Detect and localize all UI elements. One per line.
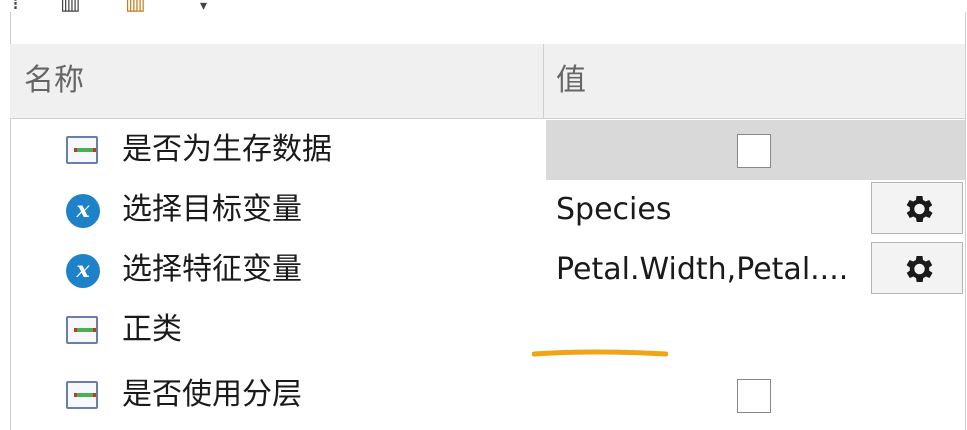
property-value: Species	[556, 192, 672, 227]
property-label: 是否为生存数据	[122, 132, 332, 167]
gear-icon	[906, 255, 933, 283]
gear-icon	[906, 195, 933, 223]
property-label: 是否使用分层	[122, 377, 302, 412]
property-icon	[66, 136, 98, 164]
property-value: Petal.Width,Petal....	[556, 252, 849, 287]
property-icon	[66, 381, 98, 409]
use-stratification-checkbox[interactable]	[737, 379, 771, 413]
name-column-header[interactable]: 名称	[24, 44, 84, 118]
property-label: 选择特征变量	[122, 252, 302, 287]
column-divider[interactable]	[543, 44, 544, 118]
toolbar: ⁞ ▥ ▥ ▾	[0, 0, 967, 15]
variable-icon: x	[66, 254, 100, 288]
select-target-button[interactable]	[871, 182, 963, 234]
variable-icon: x	[66, 194, 100, 228]
survival-data-checkbox[interactable]	[737, 134, 771, 168]
property-label: 正类	[122, 312, 182, 347]
property-row[interactable]: 正类	[10, 300, 965, 360]
property-row[interactable]: 是否使用分层	[10, 365, 965, 425]
property-row[interactable]: 是否为生存数据	[10, 120, 965, 180]
property-row[interactable]: x 选择目标变量 Species	[10, 180, 965, 240]
grid-header: 名称 值	[10, 44, 965, 119]
property-icon	[66, 316, 98, 344]
value-column-header[interactable]: 值	[556, 44, 586, 118]
annotation-underline	[532, 349, 668, 357]
property-label: 选择目标变量	[122, 192, 302, 227]
property-row[interactable]: x 选择特征变量 Petal.Width,Petal....	[10, 240, 965, 300]
select-features-button[interactable]	[871, 242, 963, 294]
